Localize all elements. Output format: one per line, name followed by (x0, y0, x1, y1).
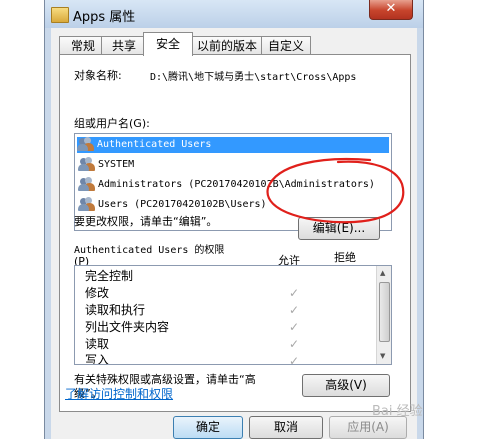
watermark: Bai 经验 (372, 404, 423, 419)
ok-button[interactable]: 确定 (173, 416, 243, 439)
tab-sharing[interactable]: 共享 (101, 36, 147, 55)
tab-customize[interactable]: 自定义 (261, 36, 311, 55)
scrollbar-thumb[interactable] (379, 282, 390, 342)
allow-check-icon: ✓ (289, 320, 300, 334)
window-title: Apps 属性 (73, 10, 136, 25)
allow-check-icon: ✓ (289, 303, 300, 317)
permission-row: 写入 (85, 353, 110, 365)
deny-column-header: 拒绝 (334, 251, 356, 264)
groups-label: 组或用户名(G): (74, 117, 150, 130)
advanced-button[interactable]: 高级(V) (302, 374, 390, 397)
list-item-label: Users (PC20170420102B\Users) (98, 199, 267, 210)
close-button[interactable]: ✕ (369, 0, 413, 20)
annotation-circle (266, 157, 405, 224)
list-item-label: SYSTEM (98, 159, 135, 170)
allow-check-icon: ✓ (289, 286, 300, 300)
permission-row: 完全控制 (85, 269, 134, 283)
security-panel: 对象名称: D:\腾讯\地下城与勇士\start\Cross\Apps 组或用户… (59, 54, 411, 412)
tab-previous-versions[interactable]: 以前的版本 (191, 36, 263, 55)
object-name-label: 对象名称: (74, 69, 122, 82)
permissions-scrollbar[interactable]: ▲ ▼ (376, 266, 391, 364)
list-item-label: Authenticated Users (97, 139, 212, 150)
title-bar[interactable]: Apps 属性 ✕ (45, 0, 423, 28)
users-icon (78, 157, 96, 171)
list-item-users[interactable]: Users (PC20170420102B\Users) (78, 197, 267, 213)
dialog-client: 常规 共享 安全 以前的版本 自定义 对象名称: D:\腾讯\地下城与勇士\st… (51, 28, 417, 439)
folder-icon (51, 7, 69, 23)
users-icon (78, 177, 96, 191)
help-link[interactable]: 了解访问控制和权限 (65, 385, 173, 402)
list-item-authenticated-users[interactable]: Authenticated Users (77, 137, 389, 153)
cancel-button[interactable]: 取消 (249, 416, 323, 439)
permission-row: 修改 (85, 286, 110, 300)
scroll-down-icon[interactable]: ▼ (380, 352, 385, 360)
permission-row: 读取 (85, 337, 110, 351)
scroll-up-icon[interactable]: ▲ (380, 269, 385, 277)
permission-row: 读取和执行 (85, 303, 146, 317)
tab-general[interactable]: 常规 (59, 36, 107, 55)
permission-row: 列出文件夹内容 (85, 320, 170, 334)
permissions-label: Authenticated Users 的权限 (74, 245, 225, 256)
allow-check-icon: ✓ (289, 354, 300, 365)
list-item-system[interactable]: SYSTEM (78, 157, 134, 173)
users-icon (77, 137, 95, 151)
tab-security[interactable]: 安全 (143, 32, 193, 56)
allow-check-icon: ✓ (289, 337, 300, 351)
permissions-list[interactable]: 完全控制 修改 ✓ 读取和执行 ✓ 列出文件夹内容 ✓ 读取 ✓ 写入 ✓ ▲ … (74, 265, 392, 365)
change-permissions-hint: 要更改权限，请单击“编辑”。 (74, 215, 218, 228)
users-icon (78, 197, 96, 211)
object-name-value: D:\腾讯\地下城与勇士\start\Cross\Apps (150, 72, 357, 83)
